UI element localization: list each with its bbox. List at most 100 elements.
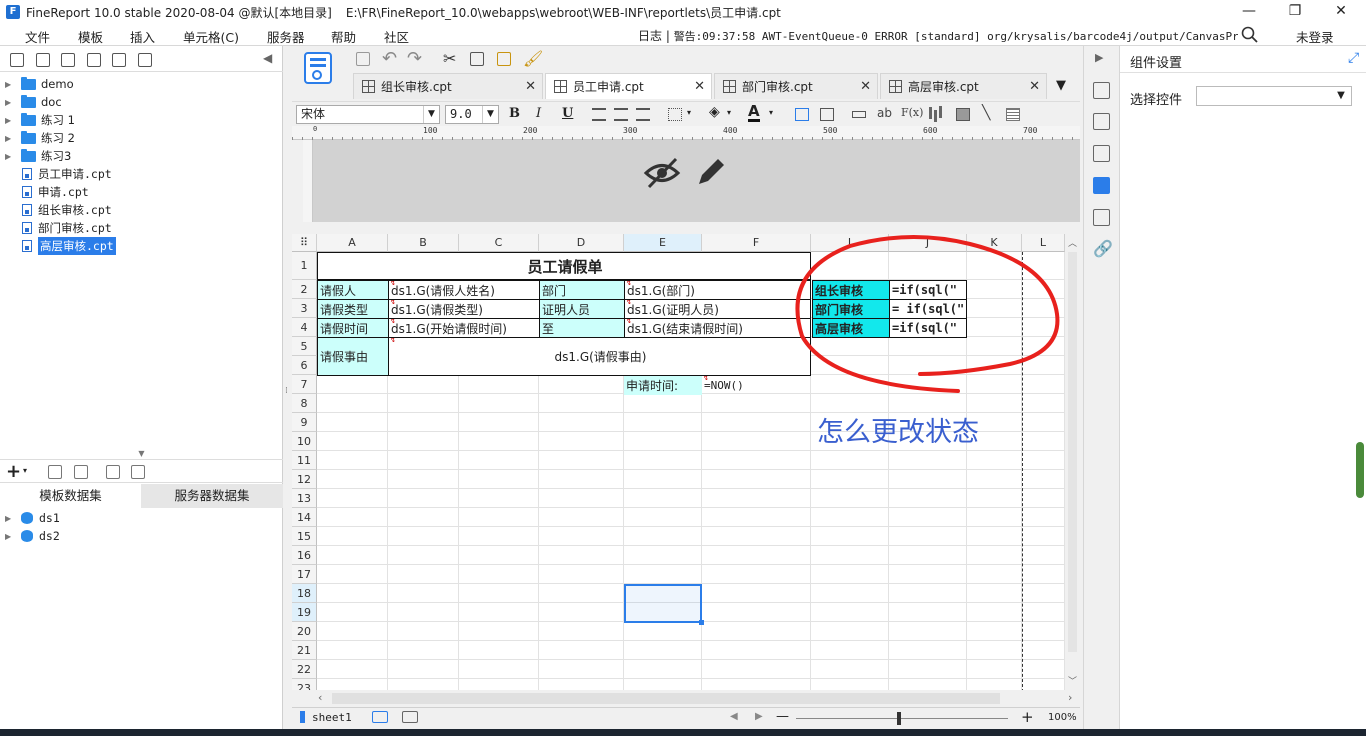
copy-icon[interactable]	[138, 53, 152, 67]
next-sheet-icon[interactable]: ▶	[755, 711, 763, 722]
chevron-down-icon[interactable]: ▾	[769, 108, 773, 117]
slash-icon[interactable]: ╲	[982, 105, 990, 121]
expand-arrow-icon[interactable]: ▶	[5, 514, 13, 523]
cell-type-value[interactable]: ↯ ds1.G(请假类型)	[388, 299, 540, 319]
scroll-up-icon[interactable]: ︿	[1068, 236, 1077, 249]
tree-file[interactable]: 员工申请.cpt	[0, 165, 112, 183]
edit-pencil-icon[interactable]	[693, 154, 729, 190]
chart-icon[interactable]	[929, 107, 932, 119]
tree-file[interactable]: 高层审核.cpt	[0, 237, 116, 255]
add-dropdown-icon[interactable]: ▾	[23, 466, 27, 475]
row-header[interactable]: 6	[292, 356, 317, 375]
menu-community[interactable]: 社区	[384, 27, 409, 46]
menu-help[interactable]: 帮助	[331, 27, 356, 46]
column-header[interactable]: E	[624, 234, 702, 252]
tab-template-dataset[interactable]: 模板数据集	[0, 484, 141, 508]
spreadsheet[interactable]: ⠿ ABCDEFIJKL 1 2 3 4 5 6 7 8 9 10 11 12 13 14 15 16 17 18…	[292, 234, 1065, 690]
row-header[interactable]: 10	[292, 432, 317, 451]
log-warning[interactable]: 日志 | 警告:09:37:58 AWT-EventQueue-0 ERROR …	[638, 27, 1238, 44]
close-tab-icon[interactable]: ✕	[1029, 74, 1040, 100]
cell-apply-time-label[interactable]: 申请时间:	[624, 376, 702, 395]
row-header[interactable]: 3	[292, 299, 317, 318]
selected-cell[interactable]	[624, 584, 702, 623]
row-header[interactable]: 19	[292, 603, 317, 622]
row-header[interactable]: 5	[292, 337, 317, 356]
menu-insert[interactable]: 插入	[130, 27, 155, 46]
image-icon[interactable]	[956, 108, 970, 121]
cell-dept-label[interactable]: 部门	[539, 280, 625, 300]
cell-time-label[interactable]: 请假时间	[317, 318, 389, 338]
tab-senior-review[interactable]: 高层审核.cpt ✕	[880, 73, 1047, 99]
row-header[interactable]: 12	[292, 470, 317, 489]
splitter-grip-icon[interactable]: ⁞	[285, 386, 288, 396]
fill-handle[interactable]	[699, 620, 704, 625]
font-family-select[interactable]: 宋体 ▼	[296, 105, 440, 124]
corner-cell[interactable]: ⠿	[292, 234, 317, 252]
close-tab-icon[interactable]: ✕	[525, 74, 536, 100]
prev-sheet-icon[interactable]: ◀	[730, 711, 738, 722]
menu-cell[interactable]: 单元格(C)	[183, 27, 239, 46]
split-icon[interactable]	[820, 108, 834, 121]
search-icon[interactable]	[1241, 26, 1259, 44]
fill-color-icon[interactable]: ◈	[709, 104, 720, 120]
format-painter-icon[interactable]: 🖌	[523, 49, 543, 68]
chevron-down-icon[interactable]: ▾	[687, 108, 691, 117]
vertical-splitter[interactable]: ⁞	[283, 46, 292, 736]
zoom-in-button[interactable]: +	[1021, 708, 1034, 726]
menu-server[interactable]: 服务器	[267, 27, 305, 46]
subreport-icon[interactable]	[1006, 108, 1020, 121]
vertical-scrollbar[interactable]: ︿ ﹀	[1065, 234, 1080, 690]
row-header[interactable]: 8	[292, 394, 317, 413]
cut-icon[interactable]: ✂	[443, 49, 456, 68]
locate-icon[interactable]	[61, 53, 75, 67]
sheet-tab[interactable]: sheet1	[312, 711, 352, 724]
add-sheet-icon[interactable]	[372, 711, 388, 723]
restore-button[interactable]: ❐	[1272, 0, 1318, 24]
chevron-down-icon[interactable]: ▾	[727, 108, 731, 117]
cell-applicant-label[interactable]: 请假人	[317, 280, 389, 300]
font-size-select[interactable]: 9.0 ▼	[445, 105, 499, 124]
formula-icon[interactable]: F(x)	[901, 106, 923, 119]
row-header[interactable]: 9	[292, 413, 317, 432]
settings-icon[interactable]	[87, 53, 101, 67]
cell-witness-label[interactable]: 证明人员	[539, 299, 625, 319]
tab-employee-apply[interactable]: 员工申请.cpt ✕	[545, 73, 712, 99]
expand-arrow-icon[interactable]: ▶	[5, 134, 13, 143]
row-header[interactable]: 15	[292, 527, 317, 546]
delete-icon[interactable]	[112, 53, 126, 67]
cell-to-label[interactable]: 至	[539, 318, 625, 338]
refresh-icon[interactable]	[36, 53, 50, 67]
new-folder-icon[interactable]	[10, 53, 24, 67]
cell-applicant-value[interactable]: ↯ ds1.G(请假人姓名)	[388, 280, 540, 300]
merge-icon[interactable]	[795, 108, 809, 121]
hide-eye-icon[interactable]	[643, 154, 681, 192]
tree-file[interactable]: 部门审核.cpt	[0, 219, 112, 237]
tree-file[interactable]: 组长审核.cpt	[0, 201, 112, 219]
splitter-handle[interactable]: ▼	[0, 450, 283, 458]
close-tab-icon[interactable]: ✕	[860, 74, 871, 100]
scroll-right-icon[interactable]: ›	[1068, 691, 1072, 704]
border-icon[interactable]	[668, 108, 682, 121]
scroll-thumb[interactable]	[1068, 252, 1077, 652]
zoom-out-button[interactable]: —	[776, 709, 789, 724]
expand-arrow-icon[interactable]: ▶	[5, 80, 13, 89]
row-header[interactable]: 7	[292, 375, 317, 394]
expand-arrow-icon[interactable]: ▶	[5, 532, 13, 541]
row-header[interactable]: 14	[292, 508, 317, 527]
column-header[interactable]: D	[539, 234, 624, 252]
widget-type-select[interactable]: ▼	[1196, 86, 1352, 106]
bold-button[interactable]: B	[509, 106, 520, 121]
zoom-slider-thumb[interactable]	[897, 712, 901, 725]
row-header[interactable]: 21	[292, 641, 317, 660]
row-header[interactable]: 11	[292, 451, 317, 470]
cell-reason-label[interactable]: 请假事由	[317, 337, 389, 376]
tree-folder[interactable]: ▶ 练习 2	[0, 129, 75, 147]
close-button[interactable]: ✕	[1318, 0, 1364, 24]
align-center-icon[interactable]	[614, 108, 628, 121]
template-preview-icon[interactable]	[304, 52, 332, 84]
column-header[interactable]: A	[317, 234, 388, 252]
tab-group-review[interactable]: 组长审核.cpt ✕	[353, 73, 543, 99]
paste-icon[interactable]	[497, 52, 511, 66]
dataset-item[interactable]: ▶ ds2	[0, 527, 60, 545]
dataset-settings-icon[interactable]	[131, 465, 145, 479]
